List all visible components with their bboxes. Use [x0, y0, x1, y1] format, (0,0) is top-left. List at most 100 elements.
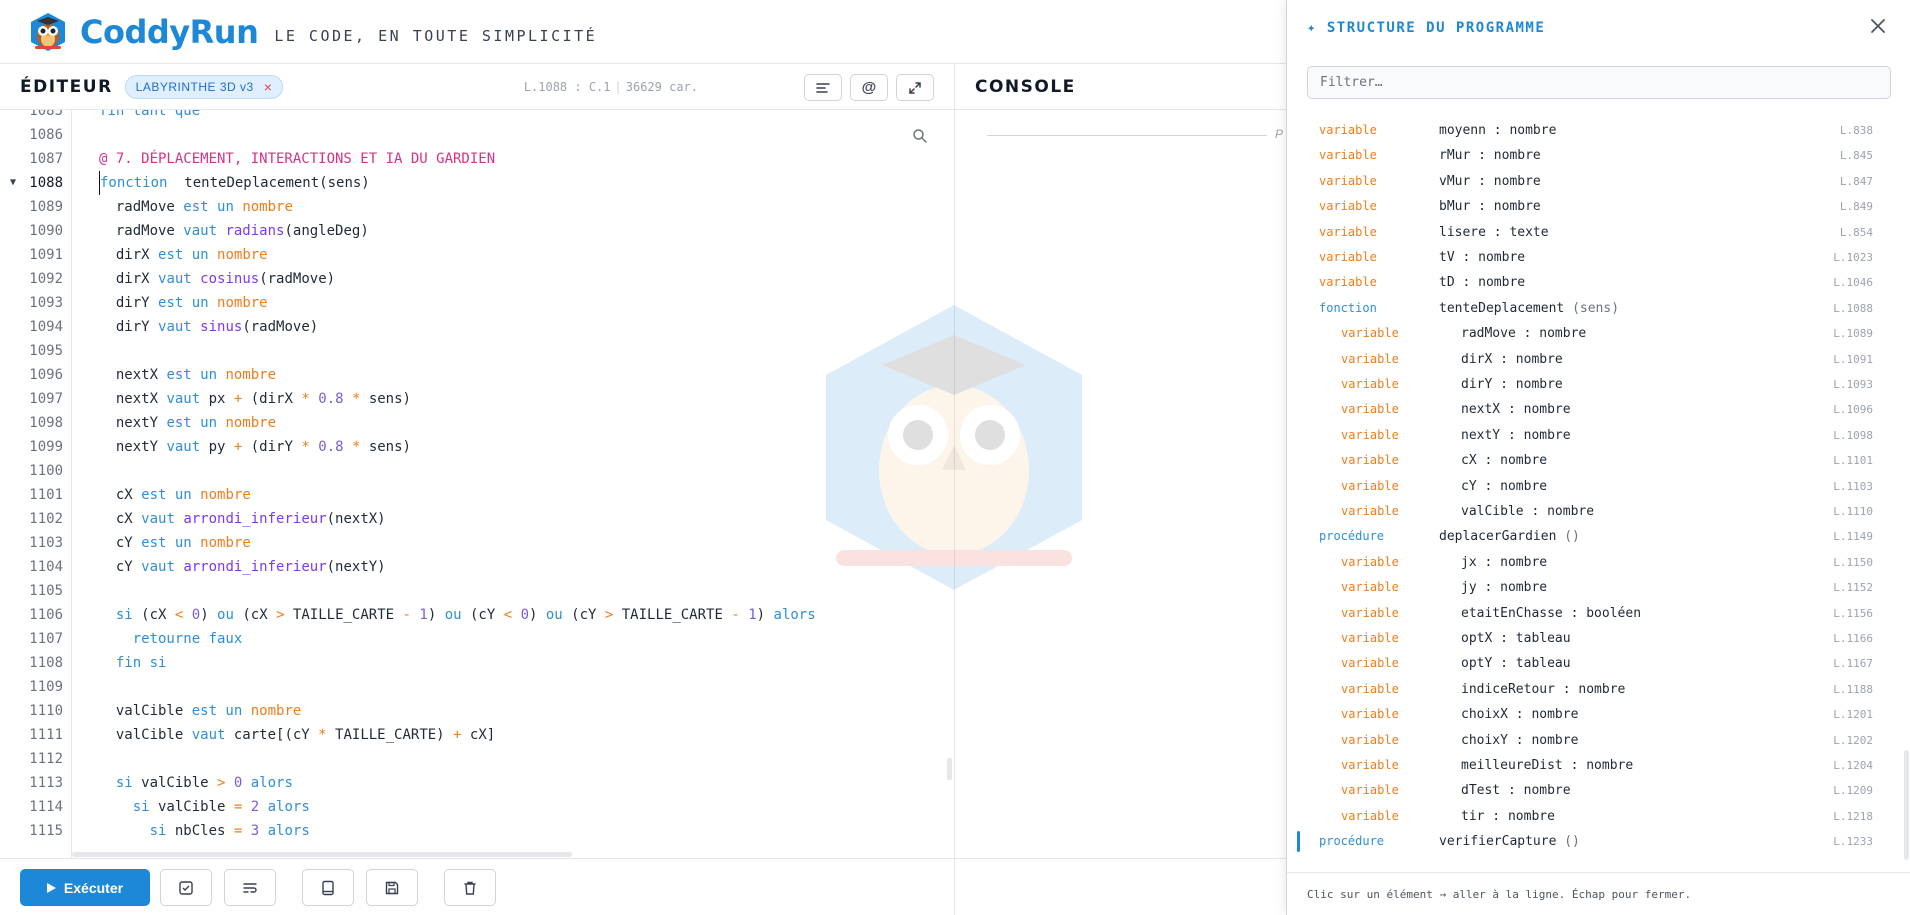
structure-item[interactable]: variable cY : nombre L.1103 — [1287, 474, 1910, 499]
code-line[interactable]: 1094 dirY vaut sinus(radMove) — [0, 315, 954, 339]
structure-item-line: L.1201 — [1833, 708, 1873, 722]
structure-item[interactable]: variable optY : tableau L.1167 — [1287, 651, 1910, 676]
code-line[interactable]: 1105 — [0, 579, 954, 603]
structure-item[interactable]: variable cX : nombre L.1101 — [1287, 448, 1910, 473]
code-token: vaut — [166, 391, 209, 407]
structure-item-kind: variable — [1341, 808, 1399, 823]
code-line[interactable]: 1085 fin tant que — [0, 110, 954, 123]
delete-button[interactable] — [444, 869, 496, 906]
structure-item[interactable]: variable optX : tableau L.1166 — [1287, 626, 1910, 651]
code-line[interactable]: 1089 radMove est un nombre — [0, 195, 954, 219]
code-line[interactable]: 1102 cX vaut arrondi_inferieur(nextX) — [0, 507, 954, 531]
code-line[interactable]: 1103 cY est un nombre — [0, 531, 954, 555]
structure-item-type: booléen — [1586, 605, 1642, 621]
structure-item[interactable]: variable meilleureDist : nombre L.1204 — [1287, 753, 1910, 778]
code-line[interactable]: 1115 si nbCles = 3 alors — [0, 819, 954, 843]
structure-item[interactable]: fonction tenteDeplacement (sens) L.1088 — [1287, 296, 1910, 321]
format-button[interactable] — [804, 74, 842, 101]
code-token: arrondi_inferieur — [183, 511, 327, 527]
code-line[interactable]: 1108 fin si — [0, 651, 954, 675]
save-button[interactable] — [366, 869, 418, 906]
code-line[interactable]: 1091 dirX est un nombre — [0, 243, 954, 267]
structure-item[interactable]: variable dTest : nombre L.1209 — [1287, 778, 1910, 803]
code-line[interactable]: 1090 radMove vaut radians(angleDeg) — [0, 219, 954, 243]
structure-item[interactable]: variable tD : nombre L.1046 — [1287, 270, 1910, 295]
structure-item[interactable]: variable nextX : nombre L.1096 — [1287, 397, 1910, 422]
structure-item[interactable]: variable bMur : nombre L.849 — [1287, 194, 1910, 219]
code-token: sens) — [360, 439, 411, 455]
structure-item-kind: variable — [1341, 783, 1399, 798]
structure-panel: ✦ STRUCTURE DU PROGRAMME variable moyenn … — [1286, 0, 1910, 915]
code-text: cY vaut arrondi_inferieur(nextY) — [99, 555, 386, 579]
code-token: 2 — [250, 799, 260, 815]
code-line[interactable]: 1086 — [0, 123, 954, 147]
code-line[interactable]: 1107 retourne faux — [0, 627, 954, 651]
code-line[interactable]: 1100 — [0, 459, 954, 483]
structure-item[interactable]: variable jy : nombre L.1152 — [1287, 575, 1910, 600]
structure-scrollbar[interactable] — [1904, 750, 1909, 860]
check-button[interactable] — [160, 869, 212, 906]
code-line[interactable]: 1096 nextX est un nombre — [0, 363, 954, 387]
structure-item-line: L.1023 — [1833, 251, 1873, 264]
code-line[interactable]: 1099 nextY vaut py + (dirY * 0.8 * sens) — [0, 435, 954, 459]
code-line[interactable]: ▼ 1088 fonction tenteDeplacement(sens) — [0, 171, 954, 195]
code-line[interactable]: 1106 si (cX < 0) ou (cX > TAILLE_CARTE -… — [0, 603, 954, 627]
close-icon[interactable] — [1868, 16, 1888, 36]
fullscreen-button[interactable] — [896, 74, 934, 101]
structure-item[interactable]: variable dirY : nombre L.1093 — [1287, 372, 1910, 397]
code-line[interactable]: 1110 valCible est un nombre — [0, 699, 954, 723]
structure-item[interactable]: variable valCible : nombre L.1110 — [1287, 499, 1910, 524]
structure-item[interactable]: variable etaitEnChasse : booléen L.1156 — [1287, 601, 1910, 626]
book-button[interactable] — [302, 869, 354, 906]
code-editor[interactable]: 1085 fin tant que 1086 1087 @ 7. DÉPLACEMENT… — [0, 110, 954, 858]
structure-item-name: cY : nombre — [1461, 474, 1547, 499]
code-text: dirX vaut cosinus(radMove) — [99, 267, 335, 291]
code-token: (nextY) — [326, 559, 386, 575]
structure-item[interactable]: procédure verifierCapture () L.1233 — [1287, 829, 1910, 854]
structure-item-kind: variable — [1341, 427, 1399, 442]
save-icon — [385, 881, 399, 894]
code-line[interactable]: 1109 — [0, 675, 954, 699]
structure-item-type: nombre — [1500, 554, 1548, 570]
code-line[interactable]: 1111 valCible vaut carte[(cY * TAILLE_CA… — [0, 723, 954, 747]
horizontal-scrollbar[interactable] — [72, 852, 572, 857]
code-line[interactable]: 1101 cX est un nombre — [0, 483, 954, 507]
run-button[interactable]: Exécuter — [20, 869, 150, 906]
structure-item[interactable]: variable choixX : nombre L.1201 — [1287, 702, 1910, 727]
structure-item[interactable]: variable rMur : nombre L.845 — [1287, 143, 1910, 168]
code-token: vaut — [191, 727, 234, 743]
code-line[interactable]: 1092 dirX vaut cosinus(radMove) — [0, 267, 954, 291]
at-button[interactable]: @ — [850, 74, 888, 101]
code-line[interactable]: 1093 dirY est un nombre — [0, 291, 954, 315]
structure-item[interactable]: variable indiceRetour : nombre L.1188 — [1287, 677, 1910, 702]
structure-item[interactable]: variable lisere : texte L.854 — [1287, 220, 1910, 245]
structure-item[interactable]: variable nextY : nombre L.1098 — [1287, 423, 1910, 448]
code-line[interactable]: 1098 nextY est un nombre — [0, 411, 954, 435]
structure-item[interactable]: variable vMur : nombre L.847 — [1287, 169, 1910, 194]
code-line[interactable]: 1097 nextX vaut px + (dirX * 0.8 * sens) — [0, 387, 954, 411]
wrap-button[interactable] — [224, 869, 276, 906]
structure-filter-input[interactable] — [1307, 66, 1891, 99]
structure-item[interactable]: variable tV : nombre L.1023 — [1287, 245, 1910, 270]
type-separator: : — [1484, 808, 1508, 824]
code-line[interactable]: 1114 si valCible = 2 alors — [0, 795, 954, 819]
code-line[interactable]: 1087 @ 7. DÉPLACEMENT, INTERACTIONS ET IA… — [0, 147, 954, 171]
structure-item[interactable]: variable choixY : nombre L.1202 — [1287, 728, 1910, 753]
line-number: 1109 — [29, 679, 63, 695]
structure-item[interactable]: variable jx : nombre L.1150 — [1287, 550, 1910, 575]
structure-item[interactable]: variable tir : nombre L.1218 — [1287, 804, 1910, 829]
code-text: dirY est un nombre — [99, 291, 268, 315]
structure-item[interactable]: variable moyenn : nombre L.838 — [1287, 118, 1910, 143]
file-tab[interactable]: LABYRINTHE 3D v3 × — [124, 75, 284, 99]
close-tab-icon[interactable]: × — [264, 79, 273, 95]
code-line[interactable]: 1104 cY vaut arrondi_inferieur(nextY) — [0, 555, 954, 579]
structure-item[interactable]: procédure deplacerGardien () L.1149 — [1287, 524, 1910, 549]
structure-item[interactable]: variable dirX : nombre L.1091 — [1287, 347, 1910, 372]
structure-item[interactable]: variable radMove : nombre L.1089 — [1287, 321, 1910, 346]
code-line[interactable]: 1112 — [0, 747, 954, 771]
code-line[interactable]: 1113 si valCible > 0 alors — [0, 771, 954, 795]
code-token: dirY — [99, 319, 159, 335]
code-token: dirY — [99, 295, 159, 311]
code-line[interactable]: 1095 — [0, 339, 954, 363]
